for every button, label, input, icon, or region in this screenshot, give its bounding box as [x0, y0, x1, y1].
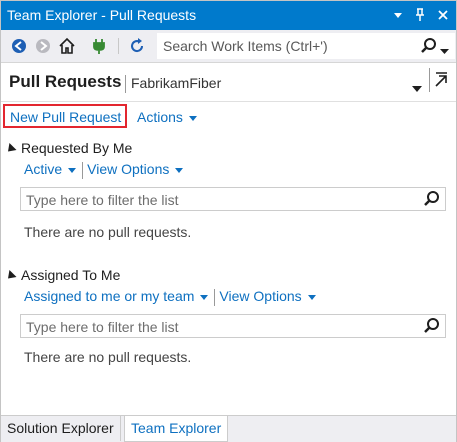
window-dropdown-button[interactable] — [389, 5, 407, 25]
connect-plug-icon — [93, 39, 105, 54]
section-requested-by-me-options: Active View Options — [24, 161, 184, 179]
filter-scope-dropdown[interactable]: Active — [24, 161, 77, 177]
tab-solution-explorer[interactable]: Solution Explorer — [1, 416, 121, 441]
chevron-down-icon — [68, 167, 77, 173]
empty-state-text: There are no pull requests. — [24, 349, 192, 365]
filter-box[interactable]: Type here to filter the list — [20, 187, 446, 211]
chevron-down-icon — [307, 294, 316, 300]
undock-button[interactable] — [429, 68, 452, 92]
refresh-icon — [131, 38, 144, 53]
close-button[interactable] — [434, 5, 452, 25]
page-header: Pull Requests FabrikamFiber — [1, 63, 456, 102]
toolbar: Search Work Items (Ctrl+') — [1, 30, 456, 63]
actions-menu[interactable]: Actions — [137, 109, 197, 125]
tab-team-explorer[interactable]: Team Explorer — [124, 416, 229, 442]
connect-button[interactable] — [89, 36, 109, 56]
chevron-down-icon — [175, 167, 184, 173]
refresh-button[interactable] — [127, 36, 147, 56]
team-explorer-window: Team Explorer - Pull Requests Search Wor… — [0, 0, 457, 442]
view-options-label: View Options — [219, 288, 302, 304]
filter-search-button[interactable] — [423, 190, 441, 211]
home-button[interactable] — [57, 36, 77, 56]
bottom-tab-strip: Solution Explorer Team Explorer — [1, 415, 456, 442]
forward-button[interactable] — [33, 36, 53, 56]
chevron-down-icon — [440, 49, 449, 54]
chevron-down-icon — [412, 86, 422, 92]
view-options-label: View Options — [87, 161, 170, 177]
page-navigation-dropdown[interactable] — [412, 79, 422, 95]
search-icon — [424, 318, 439, 333]
filter-input[interactable]: Type here to filter the list — [26, 319, 179, 335]
section-title: Assigned To Me — [21, 267, 121, 283]
search-button[interactable] — [420, 37, 438, 58]
filter-input[interactable]: Type here to filter the list — [26, 192, 179, 208]
chevron-down-icon — [394, 13, 402, 18]
view-options-dropdown[interactable]: View Options — [87, 161, 184, 177]
back-button[interactable] — [9, 36, 29, 56]
search-icon — [424, 191, 439, 206]
toolbar-separator — [118, 38, 119, 54]
empty-state-text: There are no pull requests. — [24, 224, 192, 240]
actions-row: New Pull Request Actions — [1, 103, 456, 131]
section-assigned-to-me-options: Assigned to me or my team View Options — [24, 288, 316, 306]
home-icon — [59, 37, 75, 54]
pin-icon — [416, 8, 424, 21]
filter-box[interactable]: Type here to filter the list — [20, 314, 446, 338]
search-icon — [421, 38, 436, 53]
divider — [82, 161, 84, 179]
search-input[interactable]: Search Work Items (Ctrl+') — [163, 38, 328, 54]
back-icon — [12, 39, 26, 53]
view-options-dropdown[interactable]: View Options — [219, 288, 316, 304]
window-title: Team Explorer - Pull Requests — [7, 7, 197, 23]
close-icon — [438, 10, 448, 20]
undock-arrow-icon — [435, 72, 447, 87]
filter-search-button[interactable] — [423, 317, 441, 338]
filter-scope-dropdown[interactable]: Assigned to me or my team — [24, 288, 209, 304]
new-pull-request-link[interactable]: New Pull Request — [10, 109, 121, 125]
actions-label: Actions — [137, 109, 183, 125]
pin-button[interactable] — [411, 5, 429, 25]
filter-scope-label: Assigned to me or my team — [24, 288, 195, 304]
title-bar: Team Explorer - Pull Requests — [1, 1, 456, 30]
search-options-dropdown[interactable] — [440, 42, 449, 58]
collapse-triangle-icon — [4, 142, 17, 156]
divider — [214, 288, 216, 306]
title-divider — [125, 75, 126, 93]
chevron-down-icon — [188, 115, 197, 121]
chevron-down-icon — [200, 294, 209, 300]
section-requested-by-me-header[interactable]: Requested By Me — [4, 140, 133, 156]
search-work-items-box[interactable]: Search Work Items (Ctrl+') — [157, 33, 455, 59]
filter-scope-label: Active — [24, 161, 63, 177]
repository-name: FabrikamFiber — [131, 75, 222, 91]
forward-icon — [36, 39, 50, 53]
page-title: Pull Requests — [9, 72, 122, 91]
section-title: Requested By Me — [21, 140, 133, 156]
section-assigned-to-me-header[interactable]: Assigned To Me — [4, 267, 121, 283]
collapse-triangle-icon — [4, 269, 17, 283]
